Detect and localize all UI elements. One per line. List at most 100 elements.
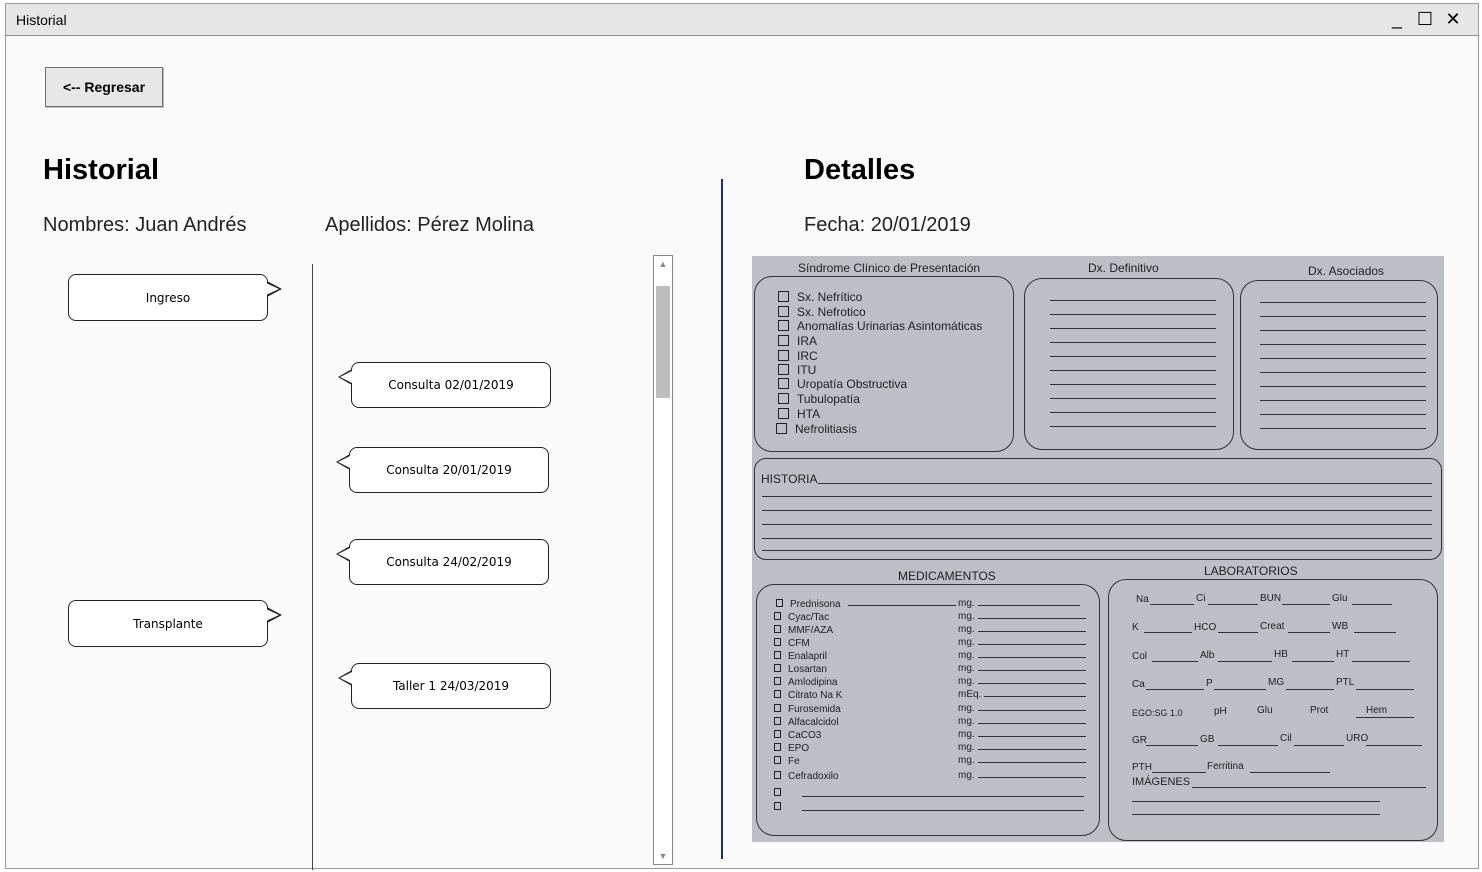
form-med-unit: mg. xyxy=(958,650,975,661)
timeline-event-consulta-3[interactable]: Consulta 24/02/2019 xyxy=(336,539,549,585)
timeline-event-taller[interactable]: Taller 1 24/03/2019 xyxy=(338,663,551,709)
close-icon[interactable]: ✕ xyxy=(1442,8,1464,30)
form-line xyxy=(978,777,1086,778)
form-lab: pH xyxy=(1214,706,1227,717)
form-line xyxy=(802,796,1084,797)
form-line xyxy=(978,736,1086,737)
timeline-axis xyxy=(312,264,313,870)
form-lab: Cil xyxy=(1280,733,1292,744)
form-line xyxy=(762,538,1432,539)
form-line xyxy=(1050,300,1216,301)
form-med-name: Amlodipina xyxy=(774,677,837,688)
form-line xyxy=(978,657,1086,658)
form-dx-asociados-box xyxy=(1240,280,1438,450)
form-historia-box xyxy=(754,458,1442,560)
form-line xyxy=(1260,344,1426,345)
timeline-event-ingreso[interactable]: Ingreso xyxy=(68,274,282,321)
form-med-unit: mg. xyxy=(958,770,975,781)
scroll-down-icon[interactable]: ▼ xyxy=(654,848,672,864)
form-med-name: Alfacalcidol xyxy=(774,717,839,728)
minimize-icon[interactable]: _ xyxy=(1386,8,1408,30)
form-lab: Glu xyxy=(1257,705,1273,716)
form-lab: GB xyxy=(1200,734,1215,745)
form-med-unit: mg. xyxy=(958,742,975,753)
form-line xyxy=(1050,356,1216,357)
form-lab: Alb xyxy=(1200,650,1215,661)
timeline-event-consulta-1[interactable]: Consulta 02/01/2019 xyxy=(338,362,551,408)
form-lab: Col xyxy=(1132,651,1148,662)
form-line xyxy=(1218,632,1258,633)
form-med-blank xyxy=(774,788,788,799)
timeline-event-consulta-2[interactable]: Consulta 20/01/2019 xyxy=(336,447,549,493)
form-med-unit: mg. xyxy=(958,703,975,714)
form-line xyxy=(1294,745,1344,746)
form-lab: MG xyxy=(1268,677,1285,688)
bubble-pointer xyxy=(266,607,282,623)
form-lab: GR xyxy=(1132,735,1147,746)
form-med-name: MMF/AZA xyxy=(774,625,833,636)
form-line xyxy=(1152,772,1206,773)
form-lab: PTL xyxy=(1336,677,1355,688)
form-line xyxy=(978,644,1086,645)
form-line xyxy=(1356,689,1414,690)
patient-surnames: Apellidos: Pérez Molina xyxy=(325,214,534,236)
form-line xyxy=(978,631,1086,632)
scroll-up-icon[interactable]: ▲ xyxy=(654,256,672,272)
form-syndrome: ITU xyxy=(778,363,816,377)
window-title: Historial xyxy=(16,12,67,28)
form-line xyxy=(1250,772,1330,773)
form-line xyxy=(1260,330,1426,331)
section-divider xyxy=(721,179,723,859)
form-line xyxy=(978,710,1086,711)
form-line xyxy=(978,618,1086,619)
form-line xyxy=(1208,604,1258,605)
form-historia-label: HISTORIA xyxy=(761,472,818,486)
bubble-pointer xyxy=(338,670,352,686)
form-line xyxy=(1144,632,1192,633)
form-lab: Na xyxy=(1136,594,1149,605)
form-lab: Ci xyxy=(1196,593,1206,604)
maximize-icon[interactable]: ☐ xyxy=(1414,8,1436,30)
timeline-scrollbar[interactable]: ▲ ▼ xyxy=(653,255,673,865)
form-med-name: Losartan xyxy=(774,664,827,675)
form-line xyxy=(802,810,1084,811)
timeline-event-label: Transplante xyxy=(133,616,203,631)
form-line xyxy=(1050,412,1216,413)
timeline-event-label: Ingreso xyxy=(145,290,191,305)
form-medicamentos-title: MEDICAMENTOS xyxy=(898,569,996,583)
form-med-name: Enalapril xyxy=(774,651,827,662)
form-med-name: CaCO3 xyxy=(774,730,821,741)
timeline-event-label: Consulta 20/01/2019 xyxy=(386,463,512,477)
form-lab: HB xyxy=(1274,649,1288,660)
title-bar: Historial _ ☐ ✕ xyxy=(6,4,1478,36)
form-syndrome: HTA xyxy=(778,407,820,421)
form-line xyxy=(1050,314,1216,315)
timeline-event-label: Consulta 24/02/2019 xyxy=(386,555,512,569)
bubble-pointer xyxy=(266,281,282,297)
form-lab: Ca xyxy=(1132,679,1145,690)
scroll-thumb[interactable] xyxy=(656,286,670,398)
form-line xyxy=(1050,398,1216,399)
form-lab: Prot xyxy=(1310,705,1329,716)
form-dx-definitivo: Dx. Definitivo xyxy=(1088,261,1159,275)
form-line xyxy=(1132,801,1380,802)
form-line xyxy=(1260,358,1426,359)
form-line xyxy=(1260,400,1426,401)
form-sindrome-title: Síndrome Clínico de Presentación xyxy=(798,261,981,275)
back-button[interactable]: <-- Regresar xyxy=(45,67,163,107)
detail-date: Fecha: 20/01/2019 xyxy=(804,214,971,236)
form-line xyxy=(978,749,1086,750)
bubble-pointer xyxy=(336,454,350,470)
form-syndrome: IRA xyxy=(778,334,817,348)
timeline-event-label: Consulta 02/01/2019 xyxy=(388,378,514,392)
form-med-unit: mEq. xyxy=(958,689,982,700)
form-line xyxy=(762,524,1432,525)
form-lab: Hem xyxy=(1366,705,1388,716)
timeline-event-transplante[interactable]: Transplante xyxy=(68,600,282,647)
form-lab: URO xyxy=(1346,733,1369,744)
form-line xyxy=(848,605,956,606)
form-med-name: Citrato Na K xyxy=(774,690,842,701)
form-line xyxy=(818,483,1432,484)
form-med-unit: mg. xyxy=(958,716,975,727)
form-syndrome: Sx. Nefrotico xyxy=(778,305,866,319)
